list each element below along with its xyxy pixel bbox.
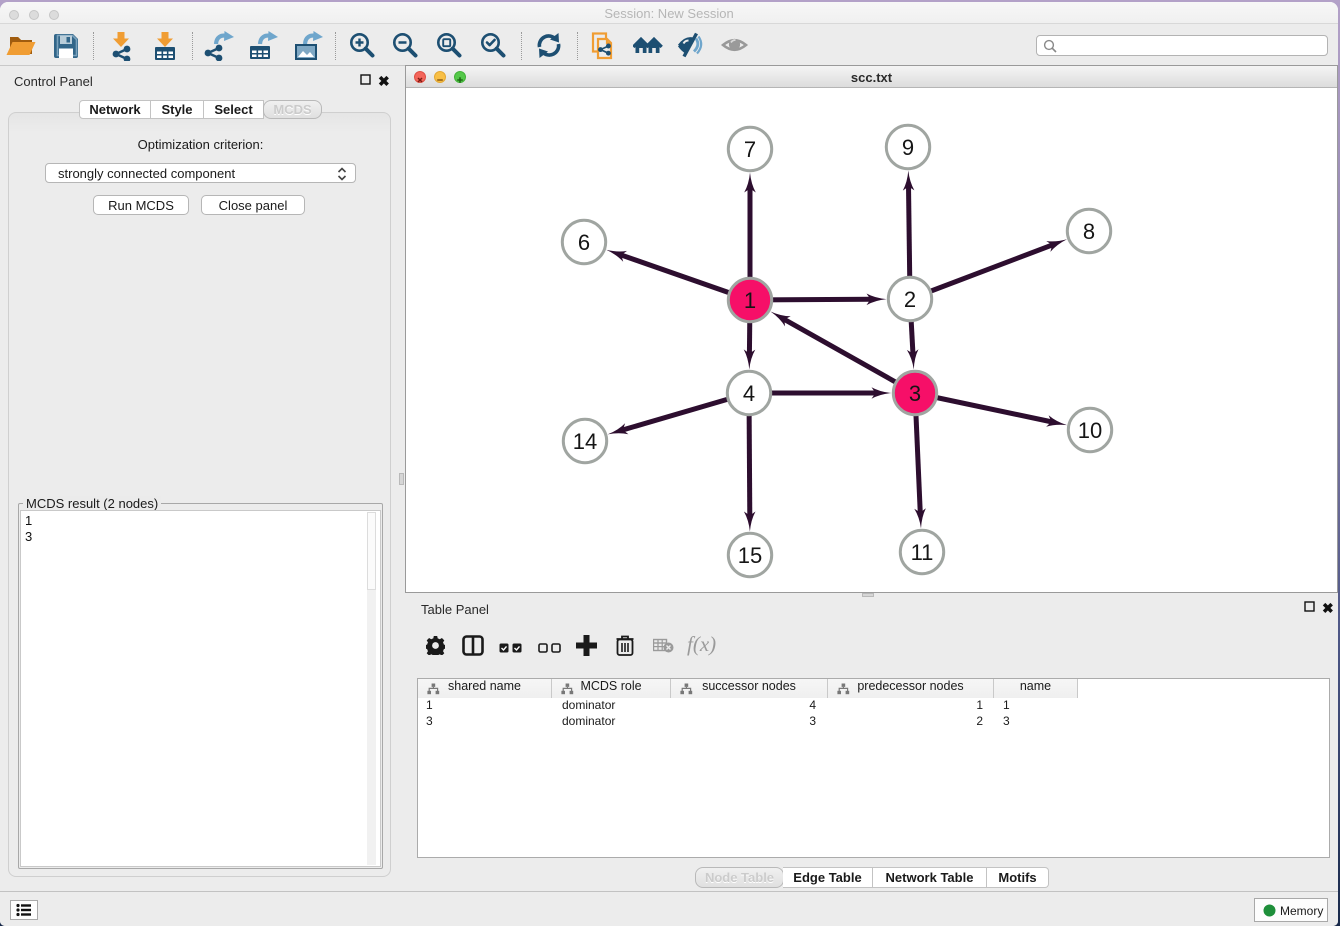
svg-text:3: 3 bbox=[909, 381, 921, 406]
svg-text:10: 10 bbox=[1078, 418, 1102, 443]
svg-text:9: 9 bbox=[902, 135, 914, 160]
svg-text:4: 4 bbox=[743, 381, 755, 406]
svg-text:11: 11 bbox=[911, 540, 934, 565]
svg-text:15: 15 bbox=[738, 543, 762, 568]
svg-text:6: 6 bbox=[578, 230, 590, 255]
svg-text:1: 1 bbox=[744, 288, 756, 313]
svg-text:7: 7 bbox=[744, 137, 756, 162]
svg-text:2: 2 bbox=[904, 287, 916, 312]
svg-text:8: 8 bbox=[1083, 219, 1095, 244]
svg-text:14: 14 bbox=[573, 429, 597, 454]
